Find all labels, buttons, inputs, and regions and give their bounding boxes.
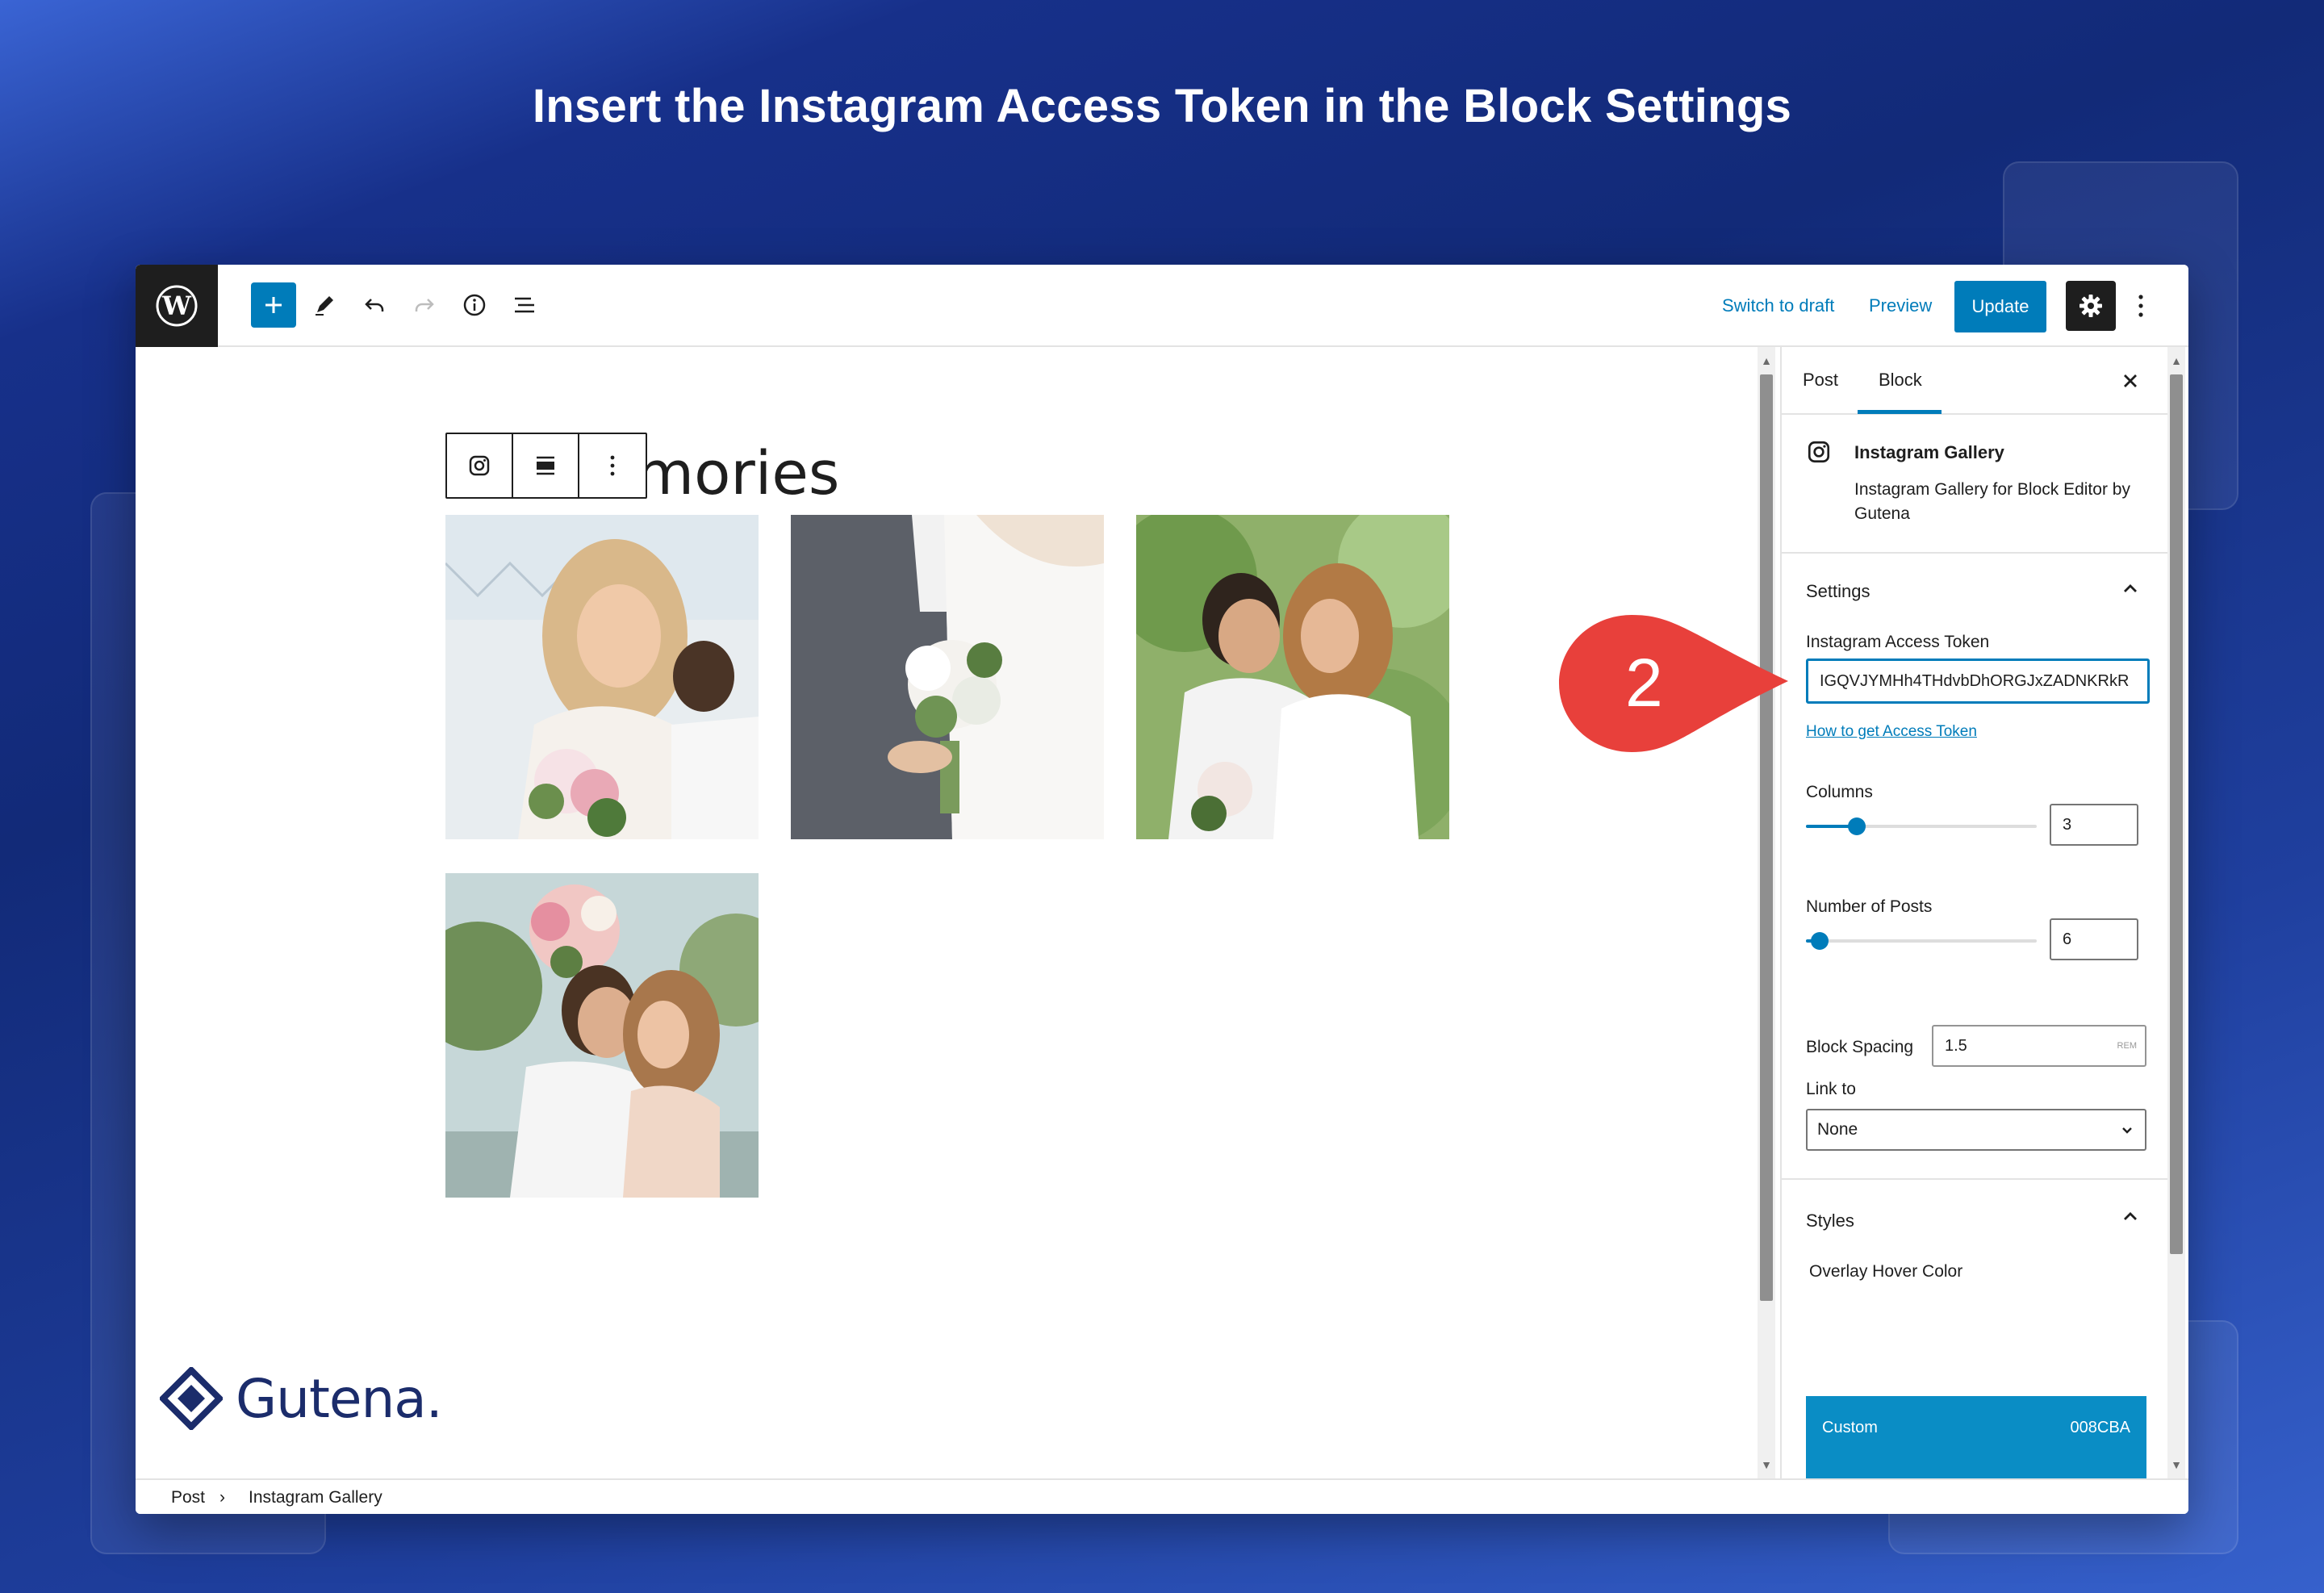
gutena-logo-icon xyxy=(160,1367,223,1430)
block-card: Instagram Gallery Instagram Gallery for … xyxy=(1782,415,2167,554)
post-title[interactable]: mories xyxy=(636,439,839,508)
undo-icon xyxy=(365,299,384,311)
align-button[interactable] xyxy=(513,434,579,497)
posts-slider-thumb[interactable] xyxy=(1811,932,1829,950)
instagram-icon xyxy=(469,455,490,476)
settings-sidebar: Post Block Instagram Gallery Instagram G… xyxy=(1780,347,2167,1478)
tab-post[interactable]: Post xyxy=(1803,370,1838,391)
columns-number-input[interactable]: 3 xyxy=(2050,804,2138,846)
overlay-hover-label: Overlay Hover Color xyxy=(1809,1262,1963,1281)
close-sidebar-button[interactable] xyxy=(2113,363,2148,399)
brand-name: Gutena. xyxy=(236,1367,443,1430)
breadcrumb-item-post[interactable]: Post xyxy=(171,1488,205,1507)
sidebar-scroll-thumb[interactable] xyxy=(2170,374,2183,1254)
access-token-help-link[interactable]: How to get Access Token xyxy=(1806,723,1977,741)
link-to-label: Link to xyxy=(1806,1080,1856,1098)
canvas-scroll-thumb[interactable] xyxy=(1760,374,1773,1301)
sidebar-tabs: Post Block xyxy=(1782,347,2167,415)
sidebar-scrollbar[interactable]: ▲ ▼ xyxy=(2167,347,2185,1478)
wedding-photo-image xyxy=(1136,515,1449,839)
gear-icon xyxy=(2079,295,2102,317)
wedding-photo-image xyxy=(445,873,759,1198)
block-title: Instagram Gallery xyxy=(1854,442,2004,462)
instagram-icon xyxy=(1808,441,1830,463)
page-headline: Insert the Instagram Access Token in the… xyxy=(532,80,1792,132)
gallery-photo[interactable] xyxy=(791,515,1104,839)
columns-label: Columns xyxy=(1806,783,1873,801)
block-spacing-input[interactable]: 1.5 REM xyxy=(1932,1025,2146,1067)
list-view-icon xyxy=(515,297,534,313)
align-wide-icon xyxy=(537,456,554,475)
block-toolbar xyxy=(445,433,647,499)
block-type-button[interactable] xyxy=(447,434,513,497)
step-callout-marker xyxy=(1559,615,1788,752)
redo-button[interactable] xyxy=(402,282,447,328)
gutena-brand: Gutena. xyxy=(160,1367,443,1430)
editor-top-bar: W Switch to draft Preview Update xyxy=(136,265,2188,347)
scroll-up-arrow[interactable]: ▲ xyxy=(2167,352,2185,370)
options-button[interactable] xyxy=(2129,286,2153,326)
canvas-scrollbar[interactable]: ▲ ▼ xyxy=(1758,347,1775,1478)
gallery-photo[interactable] xyxy=(445,873,759,1198)
wedding-photo-image xyxy=(791,515,1104,839)
block-breadcrumb: Post › Instagram Gallery xyxy=(136,1478,2188,1514)
breadcrumb-separator-icon: › xyxy=(219,1488,225,1507)
color-hex: 008CBA xyxy=(2070,1419,2131,1436)
more-vertical-icon xyxy=(610,455,615,476)
tab-block[interactable]: Block xyxy=(1879,370,1922,391)
redo-icon xyxy=(415,299,434,311)
add-block-button[interactable] xyxy=(251,282,296,328)
active-tab-indicator xyxy=(1858,410,1942,414)
pencil-icon xyxy=(316,296,333,316)
posts-label: Number of Posts xyxy=(1806,897,1933,916)
list-view-button[interactable] xyxy=(502,282,547,328)
chevron-up-icon[interactable] xyxy=(2119,578,2142,600)
editor-window: W Switch to draft Preview Update mories … xyxy=(136,265,2188,1514)
svg-text:W: W xyxy=(161,291,192,321)
settings-button[interactable] xyxy=(2066,281,2116,331)
details-button[interactable] xyxy=(452,282,497,328)
scroll-up-arrow[interactable]: ▲ xyxy=(1758,352,1775,370)
styles-panel-heading[interactable]: Styles xyxy=(1806,1210,1854,1231)
wedding-photo-image xyxy=(445,515,759,839)
color-preview[interactable]: Custom 008CBA xyxy=(1806,1396,2146,1478)
block-options-button[interactable] xyxy=(579,434,646,497)
link-to-value: None xyxy=(1817,1120,1858,1139)
gallery-photo[interactable] xyxy=(445,515,759,839)
columns-slider[interactable] xyxy=(1806,817,2037,835)
chevron-up-icon[interactable] xyxy=(2119,1206,2142,1228)
editor-canvas: mories Gutena. xyxy=(136,347,1758,1478)
switch-to-draft-button[interactable]: Switch to draft xyxy=(1722,295,1834,316)
tools-button[interactable] xyxy=(302,282,347,328)
color-name: Custom xyxy=(1822,1419,1878,1436)
posts-slider[interactable] xyxy=(1806,932,2037,950)
close-icon xyxy=(2124,374,2137,387)
posts-number-input[interactable]: 6 xyxy=(2050,918,2138,960)
settings-panel-heading[interactable]: Settings xyxy=(1806,581,1870,602)
undo-button[interactable] xyxy=(352,282,397,328)
spacing-label: Block Spacing xyxy=(1806,1038,1914,1056)
access-token-input[interactable]: IGQVJYMHh4THdvbDhORGJxZADNKRkR xyxy=(1806,659,2150,704)
token-label: Instagram Access Token xyxy=(1806,633,1990,651)
chevron-down-icon xyxy=(2122,1127,2132,1134)
block-spacing-value: 1.5 xyxy=(1945,1037,1967,1055)
wordpress-icon: W xyxy=(156,285,198,327)
scroll-down-arrow[interactable]: ▼ xyxy=(1758,1456,1775,1474)
breadcrumb-item-instagram-gallery[interactable]: Instagram Gallery xyxy=(249,1488,382,1507)
scroll-down-arrow[interactable]: ▼ xyxy=(2167,1456,2185,1474)
more-vertical-icon xyxy=(2138,295,2143,317)
update-button[interactable]: Update xyxy=(1954,281,2046,332)
wordpress-logo-button[interactable]: W xyxy=(136,265,218,347)
preview-button[interactable]: Preview xyxy=(1869,295,1932,316)
link-to-select[interactable]: None xyxy=(1806,1109,2146,1151)
columns-slider-thumb[interactable] xyxy=(1847,817,1866,835)
plus-icon xyxy=(265,297,282,313)
info-icon xyxy=(463,294,486,316)
spacing-unit: REM xyxy=(2117,1041,2137,1051)
block-description: Instagram Gallery for Block Editor by Gu… xyxy=(1854,480,2130,523)
gallery-photo[interactable] xyxy=(1136,515,1449,839)
panel-divider xyxy=(1782,1178,2167,1180)
step-number: 2 xyxy=(1625,645,1663,721)
